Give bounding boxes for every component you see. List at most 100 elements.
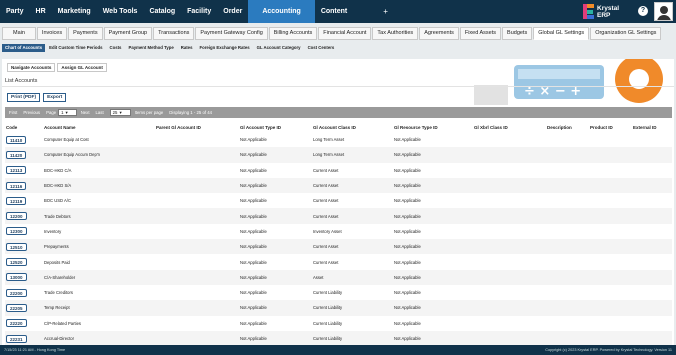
tab-global-gl-settings[interactable]: Global GL Settings xyxy=(533,27,590,40)
cell-gl-account-class-id: Current Liability xyxy=(313,320,343,326)
tab-fixed-assets[interactable]: Fixed Assets xyxy=(459,27,502,40)
table-row: 12119 BOC USD A/C Not Applicable Current As… xyxy=(5,193,672,208)
help-icon[interactable]: ? xyxy=(638,6,648,16)
cell-code: 12510 xyxy=(5,239,43,255)
account-code-link[interactable]: 12510 xyxy=(6,242,27,251)
pager-next[interactable]: Next xyxy=(81,110,90,115)
nav-party[interactable]: Party xyxy=(0,0,30,23)
tab-billing-accounts[interactable]: Billing Accounts xyxy=(268,27,318,40)
subtab-rates[interactable]: Rates xyxy=(178,44,196,52)
account-code-link[interactable]: 22231 xyxy=(6,334,27,343)
nav-catalog[interactable]: Catalog xyxy=(143,0,181,23)
col-description[interactable]: Description xyxy=(546,122,589,132)
krystal-erp-logo: Krystal ERP xyxy=(583,2,633,21)
table-row: 12300 Inventory Not Applicable Inventory As… xyxy=(5,224,672,239)
cell-gl-resource-type-id: Not Applicable xyxy=(393,239,473,255)
export-button[interactable]: Export xyxy=(43,93,67,102)
account-code-link[interactable]: 12119 xyxy=(6,196,27,205)
tab-invoices[interactable]: Invoices xyxy=(36,27,68,40)
account-code-link[interactable]: 12200 xyxy=(6,212,27,221)
account-code-link[interactable]: 13000 xyxy=(6,273,27,282)
tab-payment-group[interactable]: Payment Group xyxy=(103,27,153,40)
cell-account-name: BOC USD A/C xyxy=(44,198,71,204)
cell-gl-account-class-id: Long Term Asset xyxy=(312,147,393,163)
tab-budgets[interactable]: Budgets xyxy=(502,27,533,40)
col-gl-account-type-id[interactable]: Gl Account Type ID xyxy=(239,122,312,132)
account-code-link[interactable]: 12520 xyxy=(6,258,27,267)
tab-tax-authorities[interactable]: Tax Authorities xyxy=(372,27,419,40)
cell-account-name: Deposits Paid xyxy=(44,259,70,265)
col-external-id[interactable]: External ID xyxy=(632,122,672,132)
col-account-name[interactable]: Account Name xyxy=(43,122,155,132)
cell-description xyxy=(546,224,589,239)
cell-description xyxy=(546,193,589,208)
account-code-link[interactable]: 22200 xyxy=(6,288,27,297)
tab-payments[interactable]: Payments xyxy=(68,27,103,40)
col-product-id[interactable]: Product ID xyxy=(589,122,632,132)
tab-payment-gateway-config[interactable]: Payment Gateway Config xyxy=(195,27,268,40)
cell-code: 12119 xyxy=(5,193,43,208)
col-code[interactable]: Code xyxy=(5,122,43,132)
nav-web-tools[interactable]: Web Tools xyxy=(97,0,144,23)
table-row: 12200 Trade Debtors Not Applicable Current … xyxy=(5,208,672,224)
subtab-costs[interactable]: Costs xyxy=(107,44,125,52)
tab-main[interactable]: Main xyxy=(2,27,36,40)
cell-parent-gl-account-id xyxy=(155,300,239,316)
account-code-link[interactable]: 12116 xyxy=(6,181,27,190)
subtab-gl-account-category[interactable]: GL Account Category xyxy=(254,44,304,52)
navigate-accounts-button[interactable]: Navigate Accounts xyxy=(7,63,56,72)
cell-external-id xyxy=(632,330,672,345)
cell-product-id xyxy=(589,330,632,345)
pager-previous[interactable]: Previous xyxy=(23,110,40,115)
displaying-count: Displaying 1 - 25 of 44 xyxy=(169,110,213,115)
cell-product-id xyxy=(589,285,632,300)
user-avatar-icon[interactable] xyxy=(654,2,673,21)
page-select[interactable]: 1 ▾ xyxy=(58,109,77,116)
nav-marketing[interactable]: Marketing xyxy=(52,0,97,23)
subtab-edit-custom-time-periods[interactable]: Edit Custom Time Periods xyxy=(46,44,105,52)
pager-last[interactable]: Last xyxy=(96,110,104,115)
account-code-link[interactable]: 11410 xyxy=(6,135,27,144)
assign-gl-account-button[interactable]: Assign GL Account xyxy=(57,63,107,72)
tab-transactions[interactable]: Transactions xyxy=(153,27,195,40)
subtab-foreign-exchange-rates[interactable]: Foreign Exchange Rates xyxy=(196,44,252,52)
account-code-link[interactable]: 22220 xyxy=(6,319,27,328)
add-tab-plus-icon[interactable]: + xyxy=(383,7,388,16)
cell-gl-xbrl-class-id xyxy=(473,300,546,316)
cell-gl-xbrl-class-id xyxy=(473,132,546,147)
cell-account-name: Accrual-Director xyxy=(43,330,155,345)
nav-order[interactable]: Order xyxy=(217,0,248,23)
col-parent-gl-account-id[interactable]: Parent Gl Account ID xyxy=(155,122,239,132)
col-gl-resource-type-id[interactable]: Gl Resource Type ID xyxy=(393,122,473,132)
table-row: 11410 Computer Equip at Cost Not Applicabl… xyxy=(5,132,672,147)
cell-gl-xbrl-class-id xyxy=(473,208,546,224)
cell-parent-gl-account-id xyxy=(155,132,239,147)
nav-accounting[interactable]: Accounting xyxy=(248,0,315,23)
cell-gl-account-class-id: Current Asset xyxy=(312,239,393,255)
tab-agreements[interactable]: Agreements xyxy=(419,27,459,40)
cell-gl-xbrl-class-id xyxy=(473,239,546,255)
account-code-link[interactable]: 12300 xyxy=(6,227,27,236)
cell-parent-gl-account-id xyxy=(155,316,239,331)
col-gl-xbrl-class-id[interactable]: Gl Xbrl Class ID xyxy=(473,122,546,132)
accounting-tabs: Main Invoices Payments Payment Group Tra… xyxy=(0,27,676,40)
col-gl-account-class-id[interactable]: Gl Account Class ID xyxy=(312,122,393,132)
subtab-chart-of-accounts[interactable]: Chart of Accounts xyxy=(2,44,46,52)
print-pdf-button[interactable]: Print (PDF) xyxy=(7,93,41,102)
account-code-link[interactable]: 12113 xyxy=(6,166,27,175)
pagination-bar: First Previous Page 1 ▾ Next Last 25 ▾ Ite… xyxy=(5,107,672,118)
items-per-page-select[interactable]: 25 ▾ xyxy=(109,109,131,116)
subtab-payment-method-type[interactable]: Payment Method Type xyxy=(125,44,176,52)
account-code-link[interactable]: 22205 xyxy=(6,303,27,312)
cell-account-name: BOC-HKD S/A xyxy=(43,177,155,194)
cell-gl-account-type-id: Not Applicable xyxy=(239,269,312,285)
tab-financial-account[interactable]: Financial Account xyxy=(318,27,372,40)
logo-mark-icon xyxy=(583,4,594,19)
pager-first[interactable]: First xyxy=(9,110,17,115)
subtab-cost-centers[interactable]: Cost Centers xyxy=(305,44,338,52)
nav-facility[interactable]: Facility xyxy=(181,0,217,23)
tab-organization-gl-settings[interactable]: Organization GL Settings xyxy=(590,27,662,40)
account-code-link[interactable]: 11420 xyxy=(6,150,27,159)
nav-content[interactable]: Content xyxy=(315,0,353,23)
nav-hr[interactable]: HR xyxy=(30,0,52,23)
